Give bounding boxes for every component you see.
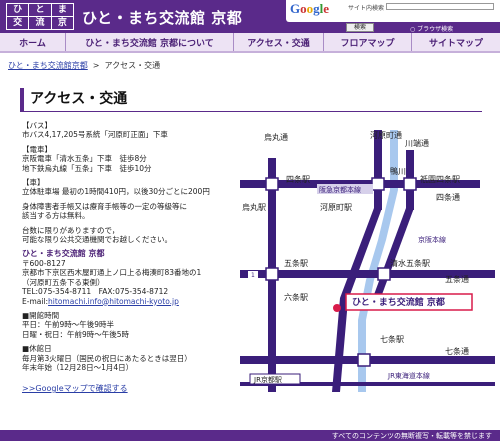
nav-item-sitemap[interactable]: サイトマップ: [412, 33, 500, 51]
closed-yearend: 年末年始（12月28日～1月4日）: [22, 362, 134, 372]
jr-kyoto-station-label: JR京都駅: [253, 375, 282, 384]
karasuma-dori-label: 烏丸通: [264, 132, 288, 142]
google-search-box: Google サイト内検索: [286, 0, 500, 22]
gojo-station-marker: [265, 267, 279, 281]
nav-item-about[interactable]: ひと・まち交流館 京都について: [66, 33, 234, 51]
closed-title: ■休館日: [22, 344, 52, 354]
parking-note: 身体障害者手帳又は療育手帳等の一定の等級等に 該当する方は無料。: [22, 201, 187, 221]
logo-char: ま: [51, 4, 73, 16]
breadcrumb-current: アクセス・交通: [104, 61, 161, 70]
parking-fee: 立体駐車場 最初の1時間410円，以後30分ごとに200円: [22, 187, 210, 197]
bus-info: 【バス】 市バス4,17,205号系統「河原町正面」下車: [22, 121, 262, 140]
gojo-station-label: 五条駅: [284, 258, 308, 268]
transit-note: 台数に限りがありますので， 可能な限り公共交通機関でお越しください。: [22, 225, 172, 245]
kawaramachi-station-label: 河原町駅: [320, 202, 352, 212]
postal-code: 〒600-8127: [22, 258, 66, 268]
shichijo-station-marker: [357, 353, 371, 367]
address-note: （河原町五条下る東側）: [22, 277, 105, 287]
google-sub-label: サイト内検索: [348, 5, 385, 12]
kawaramachi-station-marker: [371, 177, 385, 191]
train-title: 【電車】: [22, 144, 52, 154]
hall-label: ひと・まち交流館 京都: [352, 296, 445, 308]
phone-fax: TEL:075-354-8711 FAX:075-354-8712: [22, 287, 169, 297]
opening-holiday: 日曜・祝日：午前9時～午後5時: [22, 329, 130, 339]
hankyu-line-label: 阪急京都本線: [319, 185, 361, 194]
logo-char: ひ: [7, 4, 29, 16]
gion-shijo-station-label: 祇園四条駅: [420, 174, 460, 184]
search-button[interactable]: 検索: [346, 23, 374, 32]
breadcrumb-home-link[interactable]: ひと・まち交流館京都: [8, 61, 88, 70]
kamo-river-label: 鴨川: [390, 166, 406, 176]
keihan-line-label: 京阪本線: [418, 235, 446, 244]
opening-weekday: 平日：午前9時～午後9時半: [22, 320, 115, 330]
opening-hours: ■開館時間 平日：午前9時～午後9時半 日曜・祝日：午前9時～午後5時: [22, 311, 262, 339]
kawaramachi-dori-label: 河原町通: [370, 130, 402, 140]
kiyomizu-gojo-station-label: 清水五条駅: [390, 258, 430, 268]
email-link[interactable]: hitomachi.info@hitomachi-kyoto.jp: [48, 297, 179, 306]
nav-item-access[interactable]: アクセス・交通: [234, 33, 324, 51]
kawabata-dori-label: 川端通: [405, 138, 429, 148]
closed-monthly: 毎月第3火曜日（国民の祝日にあたるときは翌日）: [22, 353, 192, 363]
logo-char: 京: [51, 17, 73, 29]
main-nav: ホーム ひと・まち交流館 京都について アクセス・交通 フロアマップ サイトマッ…: [0, 33, 500, 53]
nav-item-home[interactable]: ホーム: [0, 33, 66, 51]
train-line-subway: 地下鉄烏丸線「五条」下車 徒歩10分: [22, 163, 152, 173]
bus-line: 市バス4,17,205号系統「河原町正面」下車: [22, 130, 168, 140]
site-footer: すべてのコンテンツの無断複写・転載等を禁じます: [0, 430, 500, 441]
site-header: ひ と ま 交 流 京 ひと・まち交流館 京都 Google サイト内検索 検索…: [0, 0, 500, 33]
access-info: 【バス】 市バス4,17,205号系統「河原町正面」下車 【電車】 京阪電車「清…: [22, 121, 262, 377]
bus-title: 【バス】: [22, 121, 52, 130]
train-info: 【電車】 京阪電車「清水五条」下車 徒歩8分 地下鉄烏丸線「五条」下車 徒歩10…: [22, 145, 262, 173]
opening-title: ■開館時間: [22, 310, 60, 320]
gojo-dori-label: 五条通: [445, 274, 469, 284]
kawaramachi-dori-road: [374, 130, 382, 210]
breadcrumb: ひと・まち交流館京都 > アクセス・交通: [8, 60, 160, 71]
rokujo-station-label: 六条駅: [284, 292, 308, 302]
access-map: ひと・まち交流館 京都 1 烏丸通 河原町通 川端通 四条駅 阪急京都本線 鴨川…: [240, 130, 495, 392]
page-title: アクセス・交通: [20, 88, 482, 112]
address: 京都市下京区西木屋町通上ノ口上る梅湊町83番地の1: [22, 268, 202, 278]
google-logo: Google: [290, 1, 330, 16]
email-row: E-mail:hitomachi.info@hitomachi-kyoto.jp: [22, 296, 179, 306]
contact-info: ひと・まち交流館 京都 〒600-8127 京都市下京区西木屋町通上ノ口上る梅湊…: [22, 249, 262, 305]
train-line-keihan: 京阪電車「清水五条」下車 徒歩8分: [22, 154, 147, 164]
site-logo[interactable]: ひ と ま 交 流 京: [6, 3, 74, 30]
google-map-link[interactable]: >>Googleマップで確認する: [22, 383, 128, 394]
breadcrumb-separator: >: [92, 61, 100, 70]
footer-copyright: すべてのコンテンツの無断複写・転載等を禁じます: [331, 432, 492, 440]
nav-item-floormap[interactable]: フロアマップ: [324, 33, 412, 51]
shijo-dori-label: 四条通: [436, 192, 460, 202]
hall-name: ひと・まち交流館 京都: [22, 249, 105, 259]
logo-char: と: [29, 4, 51, 16]
gion-shijo-station-marker: [403, 177, 417, 191]
search-input[interactable]: [386, 3, 494, 10]
logo-char: 交: [7, 17, 29, 29]
shijo-station-label: 四条駅: [286, 174, 310, 184]
car-info: 【車】 立体駐車場 最初の1時間410円，以後30分ごとに200円: [22, 178, 262, 197]
site-title[interactable]: ひと・まち交流館 京都: [82, 7, 242, 28]
hall-location-marker: [333, 304, 341, 312]
logo-char: 流: [29, 17, 51, 29]
shijo-station-marker: [265, 177, 279, 191]
kiyomizu-gojo-station-marker: [377, 267, 391, 281]
closed-days: ■休館日 毎月第3火曜日（国民の祝日にあたるときは翌日） 年末年始（12月28日…: [22, 344, 262, 372]
access-map-svg: ひと・まち交流館 京都 1 烏丸通 河原町通 川端通 四条駅 阪急京都本線 鴨川…: [240, 130, 495, 392]
karasuma-station-label: 烏丸駅: [242, 202, 266, 212]
shichijo-dori-label: 七条通: [445, 346, 469, 356]
shichijo-station-label: 七条駅: [380, 334, 404, 344]
jr-tokaido-line-label: JR東海道本線: [387, 371, 430, 380]
svg-text:1: 1: [251, 272, 255, 279]
search-scope-radio[interactable]: ○ ブラウザ検索: [410, 24, 453, 33]
